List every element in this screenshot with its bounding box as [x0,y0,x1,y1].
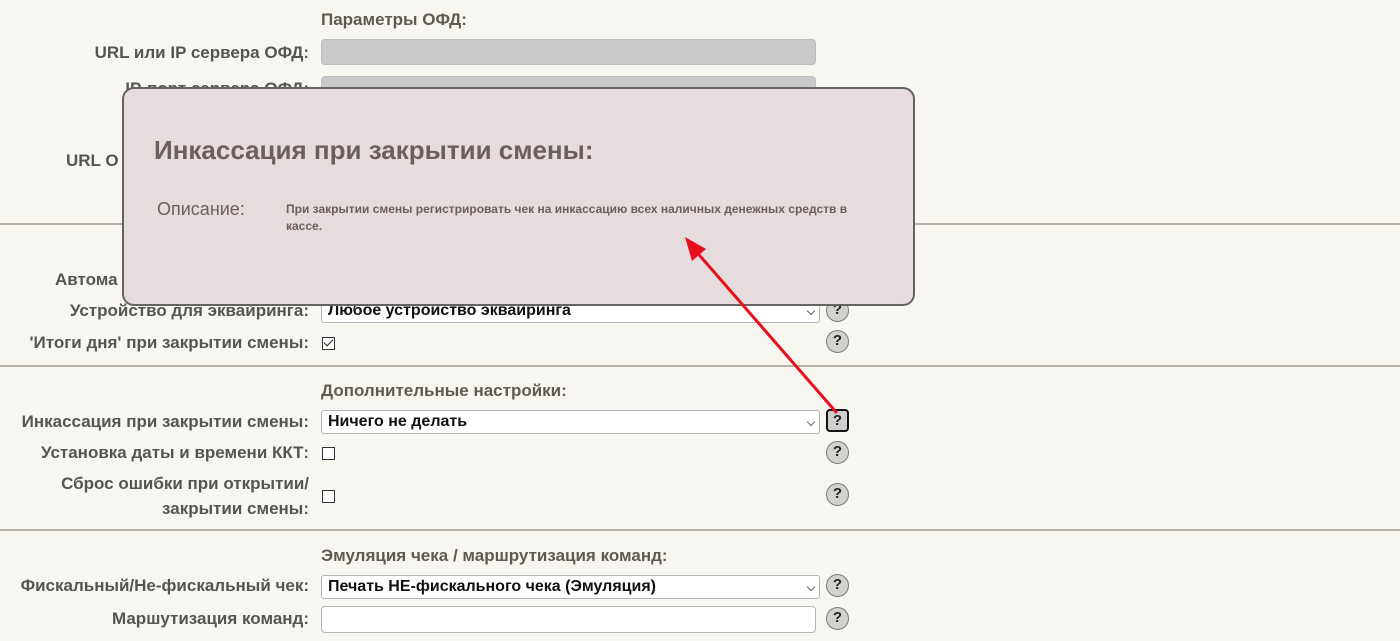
reset-error-label-line2: закрытии смены: [162,499,309,518]
chevron-down-icon [806,306,816,316]
auto-label-partial: Автома [55,270,118,289]
tooltip-title: Инкассация при закрытии смены: [154,135,594,165]
chevron-down-icon [806,582,816,592]
help-button-routing[interactable]: ? [826,607,849,630]
day-totals-checkbox[interactable] [322,336,335,350]
ofd-url-input[interactable] [321,39,816,65]
chevron-down-icon [806,417,816,427]
help-button-fiscal[interactable]: ? [826,574,849,597]
divider-3 [0,529,1400,531]
collection-select[interactable]: Ничего не делать [321,410,820,434]
collection-value: Ничего не делать [328,413,468,430]
check-icon [323,336,334,347]
tooltip-description: При закрытии смены регистрировать чек на… [286,202,848,233]
reset-error-label-line1: Сброс ошибки при открытии/ [61,474,309,493]
fiscal-select[interactable]: Печать НЕ-фискального чека (Эмуляция) [321,575,820,599]
section-title-emulation: Эмуляция чека / маршрутизация команд: [321,546,668,565]
help-button-reset-error[interactable]: ? [826,483,849,506]
url-label-partial: URL О [66,151,119,170]
help-button-collection[interactable]: ? [826,409,849,432]
help-button-day-totals[interactable]: ? [826,330,849,353]
reset-error-label: Сброс ошибки при открытии/ закрытии смен… [61,471,309,521]
divider-2 [0,365,1400,367]
day-totals-label: 'Итоги дня' при закрытии смены: [29,333,309,352]
collection-label: Инкассация при закрытии смены: [21,412,309,431]
fiscal-value: Печать НЕ-фискального чека (Эмуляция) [328,578,657,595]
fiscal-label: Фискальный/Не-фискальный чек: [20,576,309,595]
section-title-extra: Дополнительные настройки: [321,381,567,400]
tooltip-description-label: Описание: [157,199,245,219]
help-button-datetime[interactable]: ? [826,441,849,464]
help-tooltip: Инкассация при закрытии смены: Описание:… [122,87,915,306]
ofd-url-label: URL или IP сервера ОФД: [94,43,309,62]
section-title-ofd: Параметры ОФД: [321,10,467,29]
datetime-label: Установка даты и времени ККТ: [40,443,309,462]
routing-input[interactable] [321,606,816,633]
datetime-checkbox[interactable] [322,447,335,460]
reset-error-checkbox[interactable] [322,490,335,503]
routing-label: Маршутизация команд: [111,609,309,628]
